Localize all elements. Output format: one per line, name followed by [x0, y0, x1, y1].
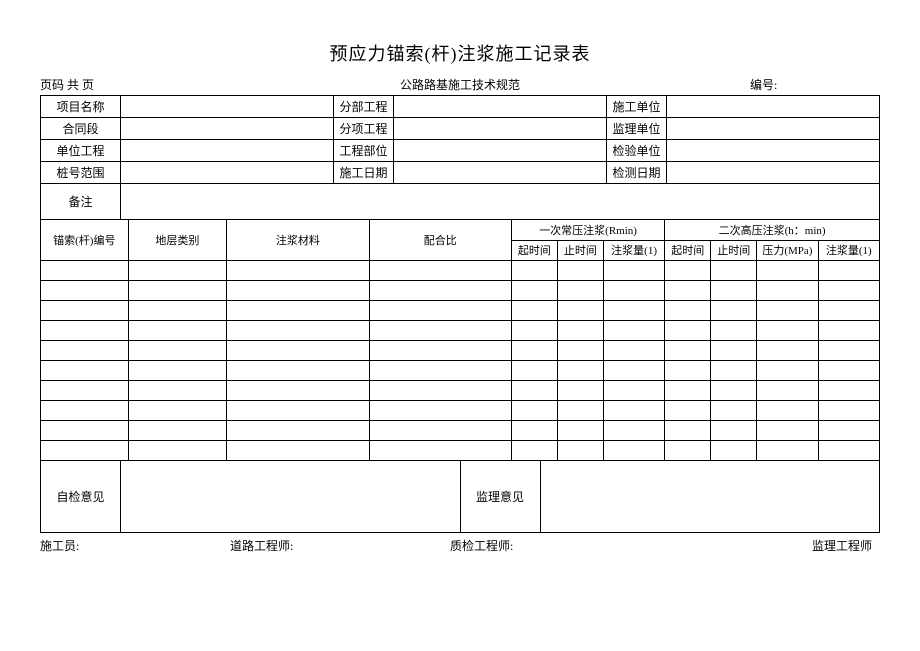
- label-construction-unit: 施工单位: [607, 96, 667, 118]
- value-cell: [394, 118, 607, 140]
- footer-road-engineer: 道路工程师:: [230, 537, 450, 554]
- value-cell: [121, 162, 334, 184]
- value-self-opinion: [121, 461, 461, 533]
- value-cell: [667, 140, 880, 162]
- th-start-1: 起时间: [511, 240, 557, 260]
- th-second-grout: 二次高压注浆(h：min): [665, 220, 880, 240]
- label-supervise-unit: 监理单位: [607, 118, 667, 140]
- value-cell: [394, 162, 607, 184]
- info-row: 桩号范围 施工日期 检测日期: [41, 162, 880, 184]
- table-row: [41, 360, 880, 380]
- opinion-table: 自检意见 监理意见: [40, 461, 880, 534]
- page-number-label: 页码 共 页: [40, 76, 170, 93]
- table-row: [41, 320, 880, 340]
- value-cell: [394, 140, 607, 162]
- label-test-date: 检测日期: [607, 162, 667, 184]
- table-row: [41, 380, 880, 400]
- info-row: 项目名称 分部工程 施工单位: [41, 96, 880, 118]
- value-cell: [121, 140, 334, 162]
- table-row: [41, 400, 880, 420]
- th-stratum: 地层类别: [128, 220, 227, 260]
- table-row: [41, 300, 880, 320]
- label-remark: 备注: [41, 184, 121, 220]
- label-self-opinion: 自检意见: [41, 461, 121, 533]
- footer-qc-engineer: 质检工程师:: [450, 537, 710, 554]
- th-stop-2: 止时间: [711, 240, 757, 260]
- info-row-remark: 备注: [41, 184, 880, 220]
- value-cell: [667, 162, 880, 184]
- label-subproject: 分部工程: [334, 96, 394, 118]
- footer-constructor: 施工员:: [40, 537, 230, 554]
- value-cell: [121, 96, 334, 118]
- code-label: 编号:: [750, 76, 880, 93]
- table-row: [41, 260, 880, 280]
- th-vol-1: 注浆量(1): [603, 240, 664, 260]
- label-pile-range: 桩号范围: [41, 162, 121, 184]
- table-row: [41, 440, 880, 460]
- th-anchor-id: 锚索(杆)编号: [41, 220, 129, 260]
- label-project-name: 项目名称: [41, 96, 121, 118]
- table-row: [41, 420, 880, 440]
- th-stop-1: 止时间: [557, 240, 603, 260]
- label-part: 工程部位: [334, 140, 394, 162]
- th-start-2: 起时间: [665, 240, 711, 260]
- label-subitem: 分项工程: [334, 118, 394, 140]
- page-title: 预应力锚索(杆)注浆施工记录表: [40, 40, 880, 66]
- info-table: 项目名称 分部工程 施工单位 合同段 分项工程 监理单位 单位工程 工程部位 检…: [40, 95, 880, 220]
- label-contract-section: 合同段: [41, 118, 121, 140]
- th-pressure: 压力(MPa): [757, 240, 818, 260]
- label-construction-date: 施工日期: [334, 162, 394, 184]
- value-cell: [667, 96, 880, 118]
- value-supervise-opinion: [540, 461, 880, 533]
- th-material: 注浆材料: [227, 220, 369, 260]
- spec-label: 公路路基施工技术规范: [170, 76, 750, 93]
- value-cell: [394, 96, 607, 118]
- value-cell: [121, 184, 880, 220]
- th-ratio: 配合比: [369, 220, 511, 260]
- label-unit-project: 单位工程: [41, 140, 121, 162]
- table-row: [41, 340, 880, 360]
- th-vol-2: 注浆量(1): [818, 240, 879, 260]
- label-supervise-opinion: 监理意见: [460, 461, 540, 533]
- info-row: 合同段 分项工程 监理单位: [41, 118, 880, 140]
- info-row: 单位工程 工程部位 检验单位: [41, 140, 880, 162]
- header-row-1: 锚索(杆)编号 地层类别 注浆材料 配合比 一次常压注浆(Rmin) 二次高压注…: [41, 220, 880, 240]
- table-row: [41, 280, 880, 300]
- footer-supervise-engineer: 监理工程师: [710, 537, 880, 554]
- meta-row: 页码 共 页 公路路基施工技术规范 编号:: [40, 76, 880, 93]
- value-cell: [121, 118, 334, 140]
- value-cell: [667, 118, 880, 140]
- th-first-grout: 一次常压注浆(Rmin): [511, 220, 664, 240]
- data-table: 锚索(杆)编号 地层类别 注浆材料 配合比 一次常压注浆(Rmin) 二次高压注…: [40, 220, 880, 461]
- opinion-row: 自检意见 监理意见: [41, 461, 880, 533]
- footer-row: 施工员: 道路工程师: 质检工程师: 监理工程师: [40, 537, 880, 554]
- label-inspect-unit: 检验单位: [607, 140, 667, 162]
